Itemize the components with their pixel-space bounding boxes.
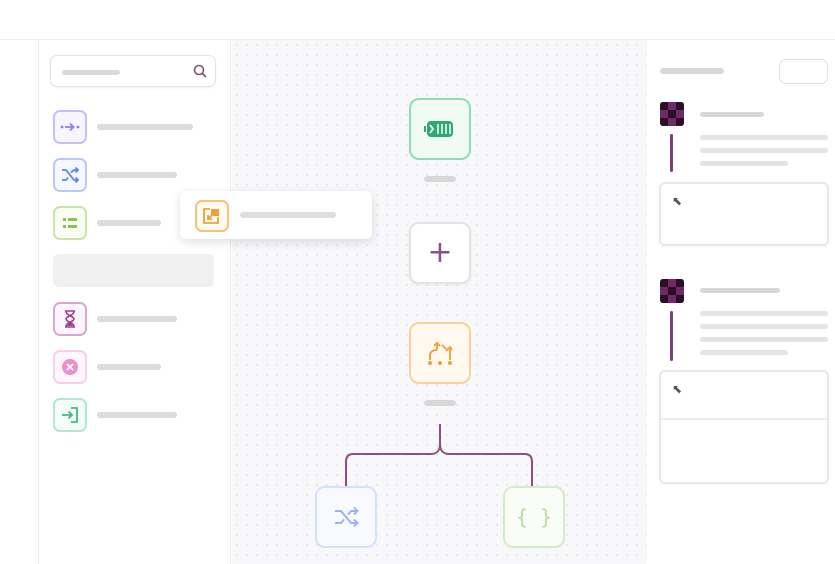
sidebar-item-label — [97, 124, 193, 130]
thread-line — [670, 311, 673, 361]
dragged-node-preview[interactable] — [180, 191, 372, 239]
node-caption — [424, 400, 456, 406]
top-bar — [0, 0, 835, 40]
code-branch-node[interactable]: { } — [503, 486, 565, 548]
comment-text-line — [700, 324, 828, 329]
sidebar-item-hourglass[interactable] — [53, 302, 223, 336]
avatar — [660, 279, 684, 303]
thread-line — [670, 134, 673, 172]
add-icon: + — [427, 235, 453, 270]
comment-text-line — [700, 311, 828, 316]
sidebar-item-enter[interactable] — [53, 398, 223, 432]
comment-text-line — [700, 135, 828, 140]
branch-icon — [428, 341, 453, 365]
import-icon — [195, 200, 229, 232]
shuffle-icon — [335, 506, 359, 528]
grid-list-icon — [53, 206, 87, 240]
sidebar-item-merge[interactable] — [53, 110, 223, 144]
card-divider — [661, 418, 827, 420]
comment-text-line — [700, 350, 788, 355]
hourglass-icon — [53, 302, 87, 336]
branch-node[interactable] — [409, 322, 471, 384]
merge-arrows-icon — [53, 110, 87, 144]
comment-text-line — [700, 161, 788, 166]
drop-placeholder — [53, 254, 214, 287]
sidebar-item-label — [97, 364, 161, 370]
sidebar-item-shuffle[interactable] — [53, 158, 223, 192]
close-circle-icon — [53, 350, 87, 384]
comment-text-line — [700, 337, 828, 342]
reply-icon: ⬉ — [672, 382, 683, 396]
search-placeholder — [62, 70, 120, 75]
branch-connector — [345, 424, 533, 486]
reply-card[interactable]: ⬉ — [659, 182, 829, 246]
add-step-button[interactable]: + — [409, 222, 471, 284]
sidebar-item-label — [97, 220, 161, 226]
braces-icon: { } — [515, 505, 553, 529]
battery-icon — [424, 121, 453, 137]
sidebar-item-label — [97, 316, 177, 322]
activity-panel: ⬉ ⬉ — [648, 40, 835, 564]
sidebar-item-label — [97, 172, 177, 178]
sign-in-icon — [53, 398, 87, 432]
sidebar-item-cancel[interactable] — [53, 350, 223, 384]
search-input[interactable] — [50, 55, 216, 87]
avatar — [660, 102, 684, 126]
workflow-canvas[interactable]: + { } — [232, 40, 647, 564]
shuffle-branch-node[interactable] — [315, 486, 377, 548]
comment-author — [700, 288, 780, 293]
shuffle-icon — [53, 158, 87, 192]
comment-author — [700, 112, 764, 117]
search-icon — [193, 64, 207, 78]
trigger-node[interactable] — [409, 98, 471, 160]
panel-action-button[interactable] — [779, 59, 828, 84]
reply-card[interactable]: ⬉ — [659, 370, 829, 484]
left-rail — [0, 40, 39, 564]
node-library-sidebar — [39, 40, 231, 564]
comment-text-line — [700, 148, 828, 153]
node-caption — [424, 176, 456, 182]
reply-icon: ⬉ — [672, 194, 683, 208]
sidebar-item-label — [97, 412, 177, 418]
dragged-node-label — [240, 212, 336, 218]
panel-title — [660, 68, 724, 74]
